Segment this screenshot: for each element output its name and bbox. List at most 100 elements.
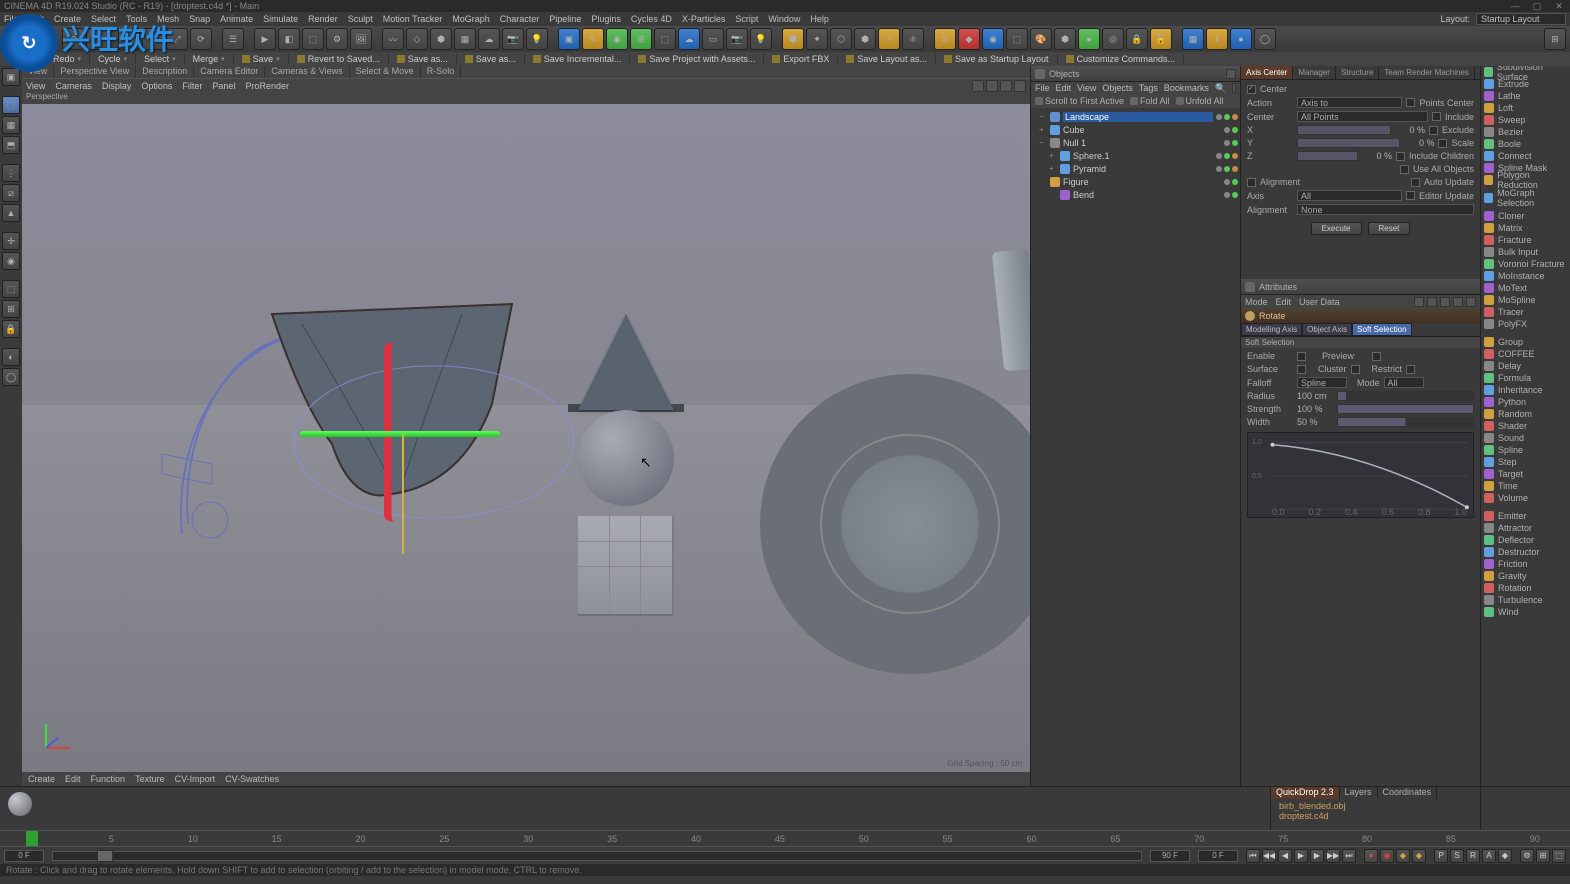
xp-dynamics-button[interactable]: ⚛: [902, 28, 924, 50]
disc-button[interactable]: ◯: [1254, 28, 1276, 50]
camera-button[interactable]: 📷: [502, 28, 524, 50]
palette-item-motext[interactable]: MoText: [1481, 282, 1570, 294]
tab-layers[interactable]: Layers: [1340, 787, 1378, 799]
unlock-button[interactable]: 🔓: [1150, 28, 1172, 50]
keyframe-sel-button[interactable]: ◆: [1396, 849, 1410, 863]
palette-item-coffee[interactable]: COFFEE: [1481, 348, 1570, 360]
key-pos-button[interactable]: ◆: [1412, 849, 1426, 863]
palette-item-matrix[interactable]: Matrix: [1481, 222, 1570, 234]
reset-button[interactable]: Reset: [1368, 222, 1411, 235]
tree-row-cube[interactable]: +Cube: [1033, 123, 1238, 136]
menu-simulate[interactable]: Simulate: [263, 14, 298, 24]
attrmenu-userdata[interactable]: User Data: [1299, 297, 1340, 307]
tree-row-bend[interactable]: Bend: [1033, 188, 1238, 201]
rotate-gizmo-z[interactable]: [402, 434, 404, 554]
menu-character[interactable]: Character: [500, 14, 540, 24]
matmenu-texture[interactable]: Texture: [135, 774, 165, 784]
window-maximize[interactable]: ▢: [1530, 1, 1544, 12]
palette-item-target[interactable]: Target: [1481, 468, 1570, 480]
palette-item-polygon-reduction[interactable]: Polygon Reduction: [1481, 174, 1570, 186]
texture-mode-tool[interactable]: ▦: [2, 116, 20, 134]
x-slider[interactable]: [1297, 125, 1391, 135]
frame-current-field[interactable]: 0 F: [1198, 850, 1238, 862]
editor-update-checkbox[interactable]: [1406, 191, 1415, 200]
menu-snap[interactable]: Snap: [189, 14, 210, 24]
palette-item-fracture[interactable]: Fracture: [1481, 234, 1570, 246]
palette-item-formula[interactable]: Formula: [1481, 372, 1570, 384]
menu-mograph[interactable]: MoGraph: [452, 14, 490, 24]
isolate-tool[interactable]: ◯: [2, 368, 20, 386]
workplane-tool[interactable]: ⬒: [2, 136, 20, 154]
xp-generator-button[interactable]: ⬡: [830, 28, 852, 50]
menu-help[interactable]: Help: [810, 14, 829, 24]
falloff-dropdown[interactable]: Spline: [1297, 377, 1347, 388]
tree-row-sphere[interactable]: +Sphere.1: [1033, 149, 1238, 162]
vptab-5[interactable]: Select & Move: [350, 66, 421, 78]
xp-modifier-button[interactable]: ⬢: [854, 28, 876, 50]
preview-checkbox[interactable]: [1372, 352, 1381, 361]
quantize-tool[interactable]: ⊞: [2, 300, 20, 318]
frame-start-field[interactable]: 0 F: [4, 850, 44, 862]
substance-button[interactable]: S: [934, 28, 956, 50]
tab-manager[interactable]: Manager: [1293, 66, 1336, 79]
menu-script[interactable]: Script: [735, 14, 758, 24]
render-view-button[interactable]: ▶: [254, 28, 276, 50]
spline-button[interactable]: 〰: [382, 28, 404, 50]
palette-item-emitter[interactable]: Emitter: [1481, 510, 1570, 522]
palette-item-bulk-input[interactable]: Bulk Input: [1481, 246, 1570, 258]
mode-dropdown[interactable]: All: [1384, 377, 1424, 388]
vpmenu-cameras[interactable]: Cameras: [55, 81, 92, 91]
palette-item-wind[interactable]: Wind: [1481, 606, 1570, 618]
objects-close-icon[interactable]: [1226, 69, 1236, 79]
palette-item-gravity[interactable]: Gravity: [1481, 570, 1570, 582]
next-key-button[interactable]: ▶▶: [1326, 849, 1340, 863]
palette-item-mograph-selection[interactable]: MoGraph Selection: [1481, 192, 1570, 204]
objmenu-view[interactable]: View: [1077, 83, 1096, 93]
key-pla-button[interactable]: ◆: [1498, 849, 1512, 863]
snap-tool[interactable]: ⬚: [2, 280, 20, 298]
viewport-3d[interactable]: ↖ Grid Spacing : 50 cm: [22, 104, 1030, 772]
next-frame-button[interactable]: ▶: [1310, 849, 1324, 863]
strength-slider[interactable]: [1337, 404, 1474, 414]
environment-button[interactable]: ☁: [478, 28, 500, 50]
make-editable-tool[interactable]: ▣: [2, 68, 20, 86]
palette-item-turbulence[interactable]: Turbulence: [1481, 594, 1570, 606]
viewport-solo-tool[interactable]: ◉: [2, 252, 20, 270]
objmenu-file[interactable]: File: [1035, 83, 1050, 93]
goto-end-button[interactable]: ⏭: [1342, 849, 1356, 863]
palette-item-loft[interactable]: Loft: [1481, 102, 1570, 114]
play-button[interactable]: ▶: [1294, 849, 1308, 863]
menu-xparticles[interactable]: X-Particles: [682, 14, 726, 24]
menu-plugins[interactable]: Plugins: [591, 14, 621, 24]
points-mode-tool[interactable]: ⋮: [2, 164, 20, 182]
locked-tool[interactable]: 🔒: [2, 320, 20, 338]
octane-button[interactable]: ◉: [982, 28, 1004, 50]
vpmenu-panel[interactable]: Panel: [212, 81, 235, 91]
tb2-savelayout[interactable]: Save Layout as...: [838, 54, 936, 64]
attr-new-icon[interactable]: [1466, 297, 1476, 307]
xray-tool[interactable]: ◐: [2, 348, 20, 366]
palette-item-bezier[interactable]: Bezier: [1481, 126, 1570, 138]
attrtab-objectaxis[interactable]: Object Axis: [1302, 323, 1352, 336]
action-dropdown[interactable]: Axis to: [1297, 97, 1402, 108]
key-r-button[interactable]: R: [1466, 849, 1480, 863]
key-a-button[interactable]: A: [1482, 849, 1496, 863]
palette-item-group[interactable]: Group: [1481, 336, 1570, 348]
vpmenu-prorender[interactable]: ProRender: [245, 81, 289, 91]
tb2-revert[interactable]: Revert to Saved...: [289, 54, 389, 64]
tree-row-null[interactable]: −Null 1: [1033, 136, 1238, 149]
axis-tool[interactable]: ✢: [2, 232, 20, 250]
palette-item-step[interactable]: Step: [1481, 456, 1570, 468]
surface-checkbox[interactable]: [1297, 365, 1306, 374]
edges-mode-tool[interactable]: ⧄: [2, 184, 20, 202]
hair-button[interactable]: ‖: [1206, 28, 1228, 50]
polygons-mode-tool[interactable]: ▲: [2, 204, 20, 222]
subdivision-button[interactable]: ◉: [606, 28, 628, 50]
alignment-dropdown[interactable]: None: [1297, 204, 1474, 215]
matmenu-cvimport[interactable]: CV-Import: [175, 774, 216, 784]
light-button[interactable]: 💡: [526, 28, 548, 50]
prev-key-button[interactable]: ◀◀: [1262, 849, 1276, 863]
tb2-exportfbx[interactable]: Export FBX: [764, 54, 838, 64]
menu-pipeline[interactable]: Pipeline: [549, 14, 581, 24]
palette-item-boole[interactable]: Boole: [1481, 138, 1570, 150]
